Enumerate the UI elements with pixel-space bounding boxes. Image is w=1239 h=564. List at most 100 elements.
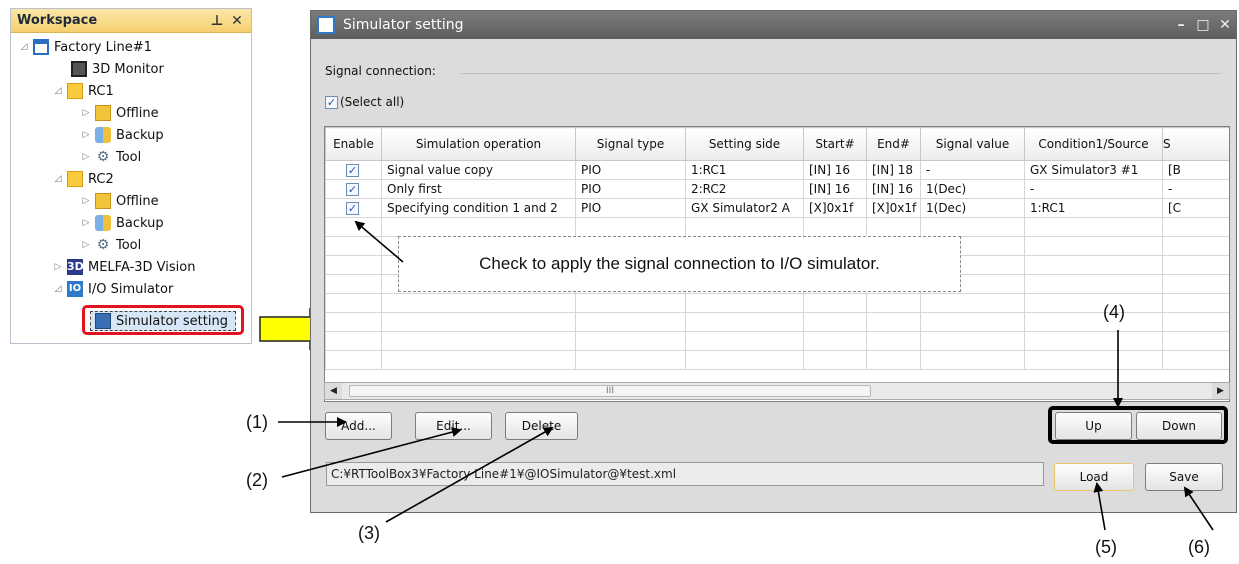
- collapse-icon[interactable]: ◿: [51, 174, 65, 184]
- pin-icon[interactable]: ⊥: [209, 13, 225, 29]
- tree-item-offline[interactable]: ▷ Offline: [79, 190, 159, 212]
- tool-icon: ⚙: [96, 149, 110, 165]
- cell-signal-type: PIO: [575, 198, 686, 218]
- cell-s: -: [1162, 179, 1229, 199]
- column-header[interactable]: End#: [866, 127, 921, 161]
- table-row[interactable]: ✓ Signal value copy PIO 1:RC1 [IN] 16 [I…: [325, 160, 1229, 180]
- checkbox-checked-icon[interactable]: ✓: [325, 95, 338, 109]
- tree-item-label: Tool: [116, 149, 142, 165]
- maximize-icon[interactable]: □: [1192, 17, 1214, 33]
- cell-s: [C: [1162, 198, 1229, 218]
- scroll-thumb[interactable]: III: [349, 385, 871, 397]
- cell-signal-value: 1(Dec): [920, 198, 1025, 218]
- robot-controller-icon: [67, 171, 83, 187]
- column-header[interactable]: Signal value: [920, 127, 1025, 161]
- column-header[interactable]: Simulation operation: [381, 127, 576, 161]
- vision-3d-icon: 3D: [67, 259, 84, 275]
- grid-header-row: Enable Simulation operation Signal type …: [325, 127, 1229, 161]
- expand-icon[interactable]: ▷: [79, 196, 93, 206]
- empty-row: [325, 217, 1229, 237]
- collapse-icon[interactable]: ◿: [51, 86, 65, 96]
- tree-item-rc1[interactable]: ◿ RC1: [51, 80, 114, 102]
- tree-item-simulator-setting[interactable]: Simulator setting: [90, 311, 236, 331]
- cell-operation: Specifying condition 1 and 2: [381, 198, 576, 218]
- offline-icon: [95, 193, 111, 209]
- tree-item-label: Factory Line#1: [54, 39, 152, 55]
- load-button[interactable]: Load: [1054, 463, 1134, 491]
- tree-item-label: I/O Simulator: [88, 281, 174, 297]
- enable-checkbox[interactable]: ✓: [346, 164, 359, 177]
- tree-item-melfa-3d-vision[interactable]: ▷ 3D MELFA-3D Vision: [51, 256, 195, 278]
- cell-setting-side: GX Simulator2 A: [685, 198, 804, 218]
- tree-item-label: Tool: [116, 237, 142, 253]
- scroll-right-icon[interactable]: ▶: [1212, 383, 1229, 399]
- io-simulator-icon: IO: [67, 281, 83, 297]
- add-button[interactable]: Add...: [325, 412, 392, 440]
- label-3: (3): [358, 523, 380, 543]
- cell-condition: GX Simulator3 #1: [1024, 160, 1163, 180]
- tree-item-tool[interactable]: ▷ ⚙ Tool: [79, 234, 142, 256]
- down-button[interactable]: Down: [1136, 412, 1222, 440]
- collapse-icon[interactable]: ◿: [51, 284, 65, 294]
- label-4: (4): [1103, 302, 1125, 322]
- enable-checkbox[interactable]: ✓: [346, 202, 359, 215]
- workspace-header: Workspace ⊥ ✕: [11, 9, 251, 33]
- cell-signal-type: PIO: [575, 160, 686, 180]
- close-icon[interactable]: ✕: [1214, 17, 1236, 33]
- table-row[interactable]: ✓ Specifying condition 1 and 2 PIO GX Si…: [325, 198, 1229, 218]
- horizontal-scrollbar[interactable]: ◀ III ▶: [324, 382, 1230, 400]
- table-row[interactable]: ✓ Only first PIO 2:RC2 [IN] 16 [IN] 16 1…: [325, 179, 1229, 199]
- monitor-icon: [71, 61, 87, 77]
- up-button[interactable]: Up: [1055, 412, 1132, 440]
- tree-item-backup[interactable]: ▷ Backup: [79, 124, 164, 146]
- cell-signal-type: PIO: [575, 179, 686, 199]
- column-header[interactable]: Signal type: [575, 127, 686, 161]
- tree-item-rc2[interactable]: ◿ RC2: [51, 168, 114, 190]
- tree-item-offline[interactable]: ▷ Offline: [79, 102, 159, 124]
- column-header[interactable]: S: [1162, 127, 1229, 161]
- expand-icon[interactable]: ▷: [79, 130, 93, 140]
- tree-item-factory-line[interactable]: ◿ Factory Line#1: [17, 36, 152, 58]
- cell-start: [X]0x1f: [803, 198, 867, 218]
- dialog-title: Simulator setting: [343, 17, 464, 33]
- workspace-title: Workspace: [17, 13, 98, 28]
- cell-condition: 1:RC1: [1024, 198, 1163, 218]
- expand-icon[interactable]: ▷: [51, 262, 65, 272]
- minimize-icon[interactable]: –: [1170, 17, 1192, 33]
- label-5: (5): [1095, 537, 1117, 557]
- tree-item-tool[interactable]: ▷ ⚙ Tool: [79, 146, 142, 168]
- expand-icon[interactable]: ▷: [79, 218, 93, 228]
- expand-icon[interactable]: ▷: [79, 108, 93, 118]
- file-path-field[interactable]: C:¥RTToolBox3¥Factory Line#1¥@IOSimulato…: [326, 462, 1044, 486]
- enable-checkbox[interactable]: ✓: [346, 183, 359, 196]
- column-header[interactable]: Start#: [803, 127, 867, 161]
- tree-item-label: RC2: [88, 171, 114, 187]
- tree-item-label: 3D Monitor: [92, 61, 164, 77]
- tree-item-label: RC1: [88, 83, 114, 99]
- expand-icon[interactable]: ▷: [79, 240, 93, 250]
- expand-icon[interactable]: ▷: [79, 152, 93, 162]
- column-header[interactable]: Enable: [325, 127, 382, 161]
- column-header[interactable]: Condition1/Source: [1024, 127, 1163, 161]
- tree-item-label: Backup: [116, 127, 164, 143]
- annotation-callout: Check to apply the signal connection to …: [398, 236, 961, 292]
- column-header[interactable]: Setting side: [685, 127, 804, 161]
- factory-icon: [33, 39, 49, 55]
- tree-item-backup[interactable]: ▷ Backup: [79, 212, 164, 234]
- backup-icon: [95, 215, 111, 231]
- delete-button[interactable]: Delete: [505, 412, 578, 440]
- close-icon[interactable]: ✕: [229, 13, 245, 29]
- signal-connection-label: Signal connection:: [325, 64, 436, 78]
- tree-item-3d-monitor[interactable]: 3D Monitor: [69, 58, 164, 80]
- empty-row: [325, 293, 1229, 313]
- select-all-checkbox[interactable]: ✓ (Select all): [325, 95, 404, 109]
- tree-item-io-simulator[interactable]: ◿ IO I/O Simulator: [51, 278, 173, 300]
- tree-item-label: Offline: [116, 193, 159, 209]
- dialog-titlebar[interactable]: Simulator setting – □ ✕: [311, 11, 1236, 39]
- save-button[interactable]: Save: [1145, 463, 1223, 491]
- collapse-icon[interactable]: ◿: [17, 42, 31, 52]
- highlight-frame: Simulator setting: [82, 305, 244, 335]
- group-divider: [461, 73, 1221, 74]
- edit-button[interactable]: Edit...: [415, 412, 492, 440]
- scroll-left-icon[interactable]: ◀: [325, 383, 342, 399]
